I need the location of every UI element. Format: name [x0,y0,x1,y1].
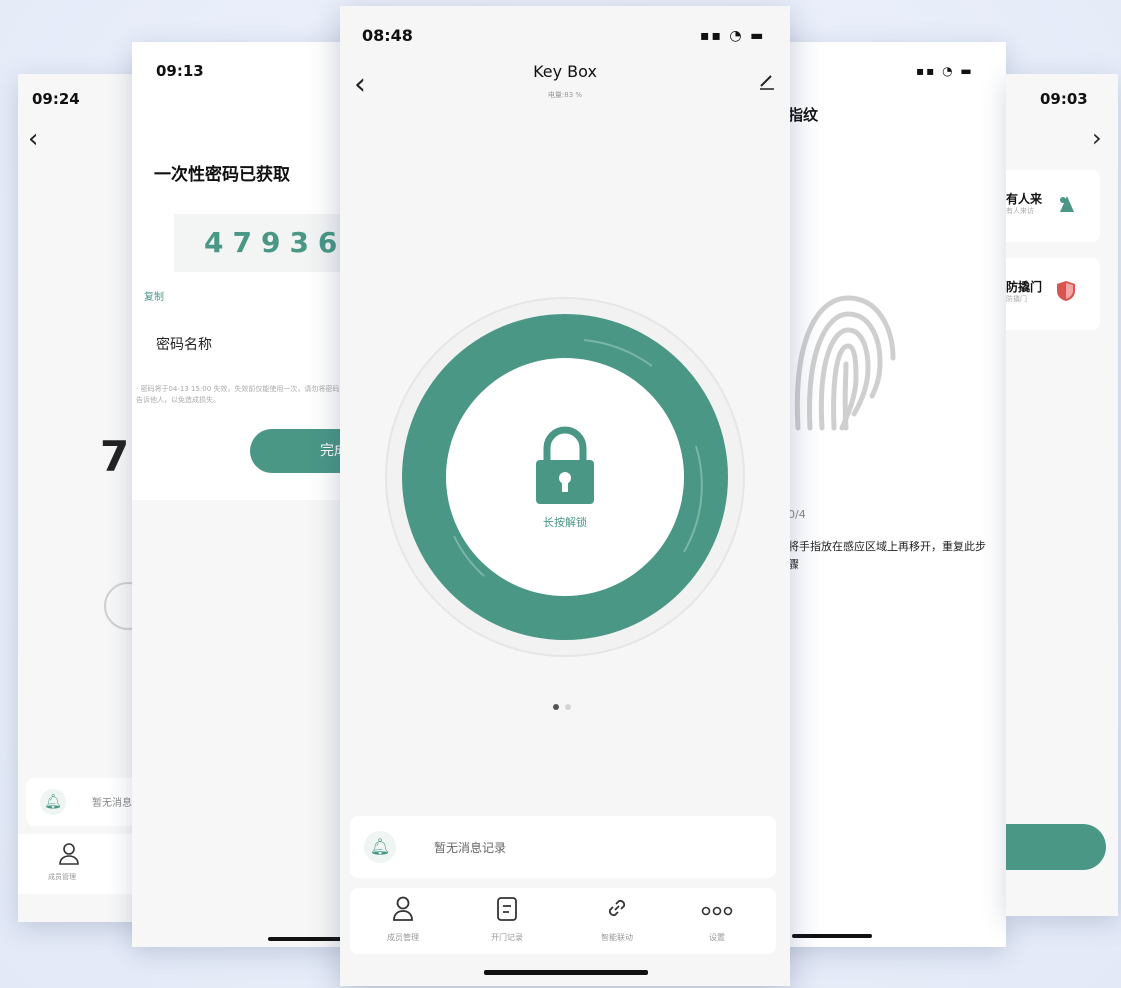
code-display: 7 [100,432,130,481]
card-title: 防撬门 [1006,280,1043,294]
tab-linkage[interactable]: 智能联动 [572,896,662,943]
card-subtitle: 有人来访 [1006,207,1034,215]
more-icon [672,896,762,924]
status-icons: ▪▪ ◔ ▬ [916,64,974,78]
bell-icon: 🔔︎ [364,831,396,863]
status-time: 09:24 [32,90,80,108]
link-icon [572,896,662,924]
tab-label: 成员管理 [387,933,419,942]
progress-text: 0/4 [788,508,806,521]
page-title: 一次性密码已获取 [154,165,290,185]
message-text: 暂无消息 [92,798,132,809]
done-button[interactable]: 完成 [250,429,352,473]
unlock-hint: 长按解锁 [543,516,587,529]
status-time: 08:48 [362,26,413,45]
page-indicator [552,696,578,715]
tab-label: 开门记录 [491,933,523,942]
person-icon [58,842,80,871]
screen-main: 08:48 ▪▪ ◔ ▬ ‹ Key Box 电量:83 % 长按解锁 🔔︎ 暂… [340,6,790,986]
screen-fingerprint: ▪▪ ◔ ▬ 指纹 0/4 将手指放在感应区域上再移开，重复此步骤 [770,42,1006,947]
password-name-label: 密码名称 [156,337,212,353]
edit-icon[interactable] [758,72,776,95]
shield-icon [1056,280,1076,306]
card-subtitle: 防撬门 [1006,295,1027,303]
status-time: 09:13 [156,62,204,80]
tab-settings[interactable]: 设置 [672,896,762,943]
unlock-button[interactable] [384,296,746,662]
tab-members[interactable]: 成员管理 [358,896,448,943]
tab-bar: 成员管理 开门记录 智能联动 设置 [350,888,776,954]
message-bar[interactable]: 🔔︎ 暂无消息记录 [350,816,776,878]
primary-button[interactable] [1006,824,1106,870]
tab-label: 设置 [709,933,725,942]
home-indicator [484,970,648,975]
copy-link[interactable]: 复制 [144,288,164,303]
mode-card-tamper[interactable]: 防撬门 防撬门 [1006,258,1100,330]
message-text: 暂无消息记录 [434,841,507,855]
person-icon [358,896,448,924]
document-icon [462,896,552,924]
page-title: Key Box [533,62,597,81]
tab-label: 智能联动 [601,933,633,942]
back-icon[interactable]: ‹ [28,126,38,152]
instruction-text: 将手指放在感应区域上再移开，重复此步骤 [788,540,986,571]
expiry-note: · 密码将于04-13 15:00 失效，失效前仅能使用一次，请勿将密码告诉他人… [136,385,340,404]
screen-otp: 09:13 一次性密码已获取 47936 复制 密码名称 · 密码将于04-13… [132,42,352,947]
screen-modes: 09:03 › 有人来 有人来访 防撬门 防撬门 [1006,74,1118,916]
otp-code: 47936 [204,226,347,259]
fingerprint-icon [788,278,898,452]
tab-records[interactable]: 开门记录 [462,896,552,943]
home-indicator [792,934,872,938]
mode-card-arrive[interactable]: 有人来 有人来访 [1006,170,1100,242]
otp-code-box: 47936 [174,214,352,272]
tab-label: 成员管理 [48,873,76,881]
otp-panel: 09:13 一次性密码已获取 47936 复制 密码名称 · 密码将于04-13… [132,42,352,500]
person-arrive-icon [1056,192,1078,218]
bell-icon: 🔔︎ [40,789,66,815]
page-title: 指纹 [788,106,819,124]
battery-level: 电量:83 % [547,91,583,99]
status-icons: ▪▪ ◔ ▬ [700,28,766,44]
card-title: 有人来 [1006,192,1043,206]
status-time: 09:03 [1040,90,1088,108]
chevron-right-icon[interactable]: › [1092,124,1102,152]
